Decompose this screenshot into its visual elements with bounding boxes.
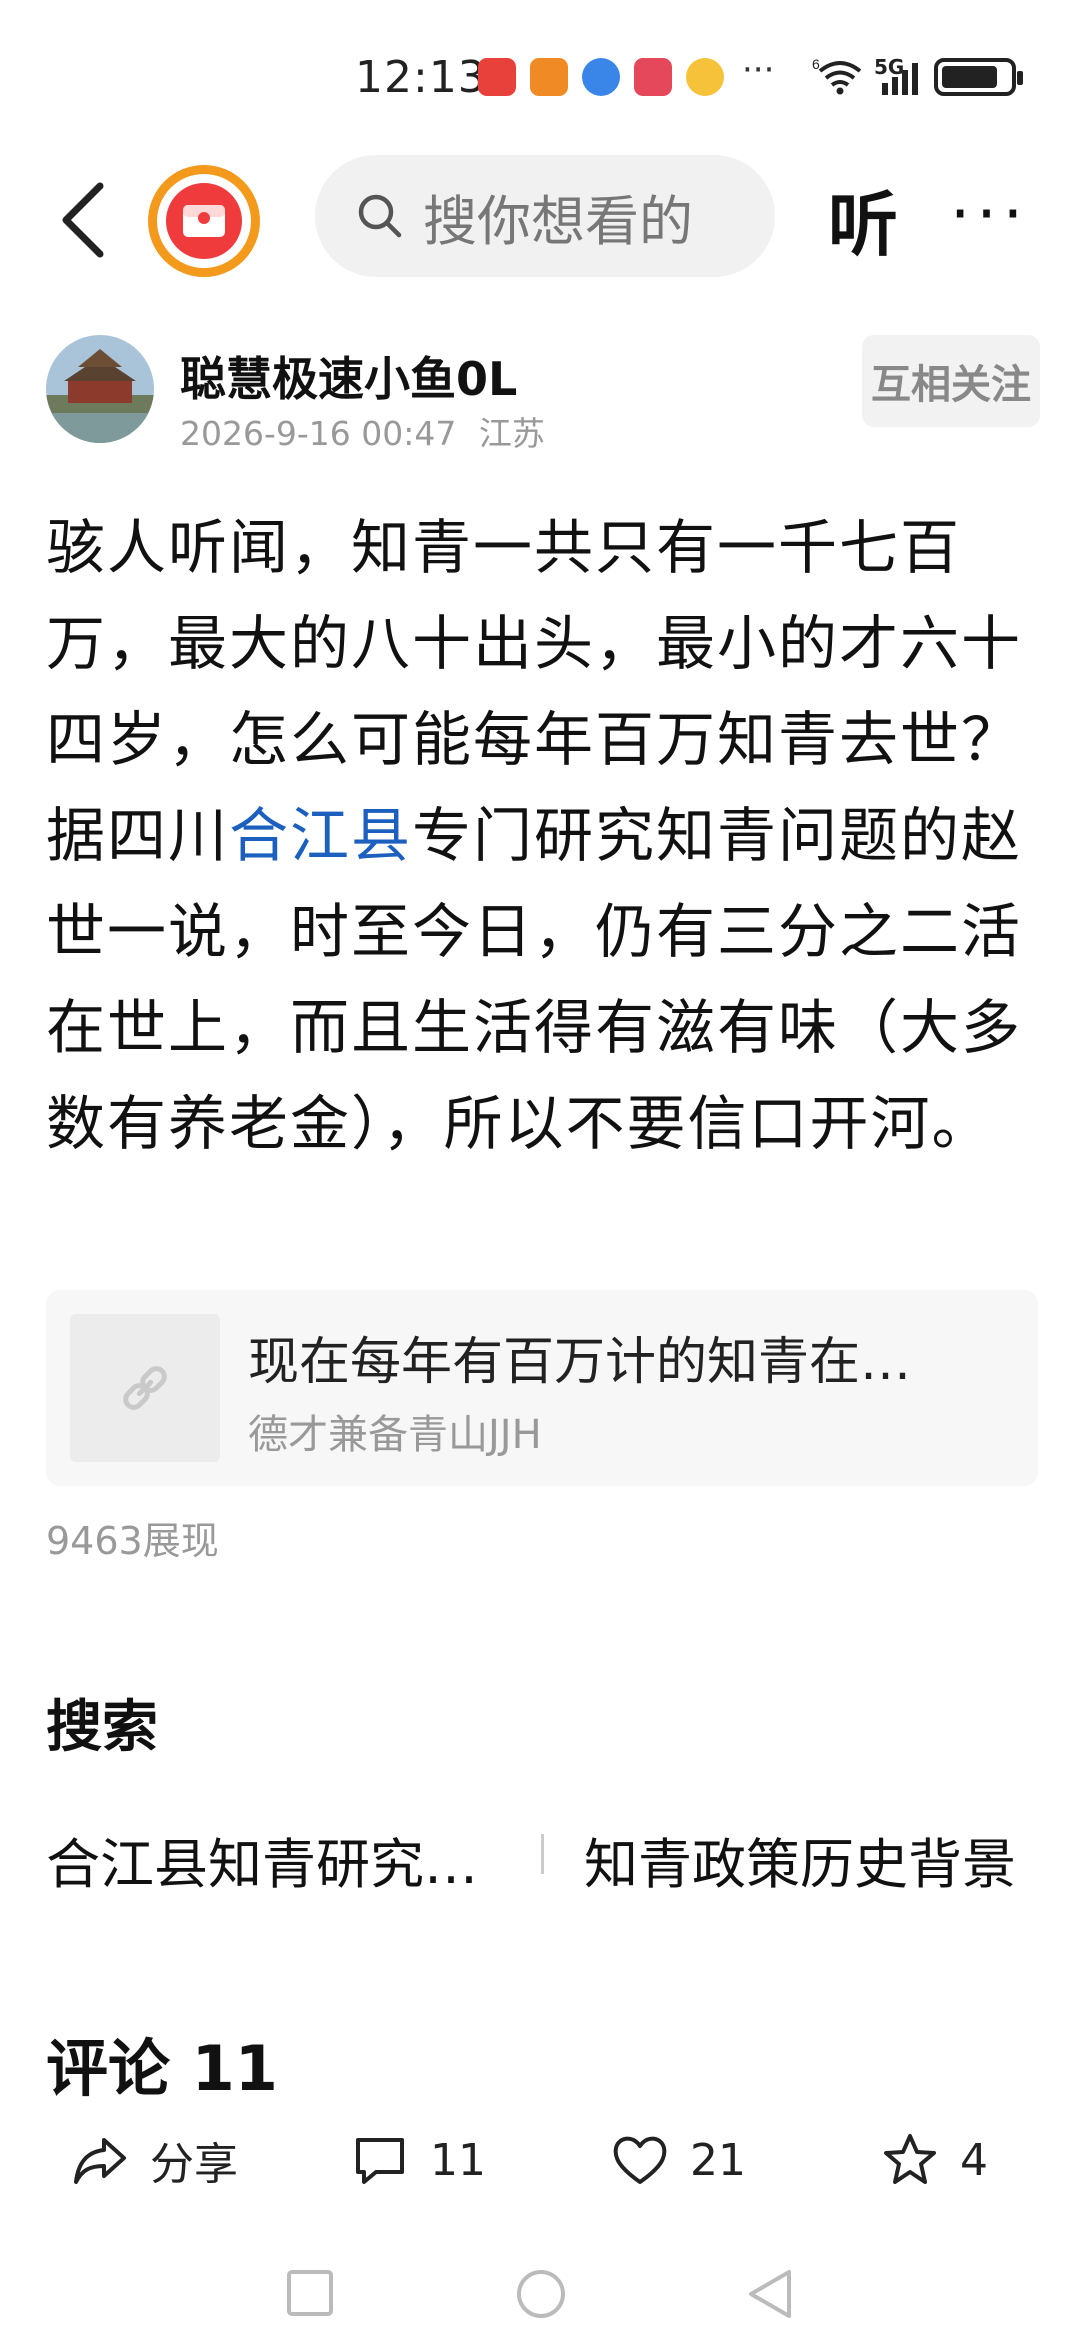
- view-count: 9463展现: [46, 1519, 219, 1563]
- post-meta: 2026-9-16 00:47 江苏: [180, 407, 557, 455]
- svg-text:6: 6: [812, 56, 820, 72]
- home-button[interactable]: [515, 2268, 567, 2324]
- follow-button[interactable]: 互相关注: [862, 335, 1040, 427]
- gift-app-icon: [530, 58, 568, 96]
- comments-header: 评论 11: [46, 2032, 278, 2105]
- recent-apps-button[interactable]: [285, 2268, 335, 2322]
- post-body: 骇人听闻，知青一共只有一千七百万，最大的八十出头，最小的才六十四岁，怎么可能每年…: [46, 500, 1036, 1172]
- cellular-signal-icon: 5G: [874, 55, 924, 97]
- huawei-app-icon: [478, 58, 516, 96]
- search-input[interactable]: 搜你想看的: [315, 155, 775, 277]
- circle-icon: [517, 2270, 565, 2318]
- action-bar: 分享 11 21 4: [0, 2120, 1080, 2200]
- share-icon: [74, 2138, 126, 2184]
- status-time: 12:13: [355, 52, 487, 103]
- search-suggestions: 合江县知青研究… 知青政策历史背景: [46, 1820, 1036, 1896]
- post-datetime: 2026-9-16 00:47: [180, 414, 457, 453]
- comment-button[interactable]: 11: [350, 2120, 486, 2200]
- divider: [541, 1834, 544, 1874]
- post-link-hejiang[interactable]: 合江县: [229, 801, 412, 870]
- share-button[interactable]: 分享: [70, 2120, 238, 2200]
- share-label: 分享: [150, 2139, 238, 2190]
- more-notifications-icon: ···: [742, 50, 775, 90]
- status-bar: 12:13 ··· 6 5G: [0, 0, 1080, 150]
- book-app-icon: [634, 58, 672, 96]
- quote-author: 德才兼备青山JJH: [248, 1412, 542, 1458]
- quote-thumbnail: [70, 1314, 220, 1462]
- star-icon: [884, 2134, 936, 2184]
- more-options-button[interactable]: ···: [950, 183, 1029, 247]
- heart-icon: [613, 2136, 667, 2184]
- app-logo[interactable]: [148, 165, 260, 277]
- top-nav: 搜你想看的 听 ···: [0, 155, 1080, 285]
- search-icon: [358, 194, 402, 238]
- search-suggestion[interactable]: 合江县知青研究…: [46, 1820, 478, 1899]
- post-location: 江苏: [478, 414, 545, 453]
- author-row: 聪慧极速小鱼0L 2026-9-16 00:47 江苏 互相关注: [0, 335, 1080, 455]
- signal-group: 6 5G: [812, 55, 1023, 99]
- quote-title: 现在每年有百万计的知青在…: [248, 1333, 912, 1392]
- comment-icon: [356, 2138, 404, 2184]
- favorite-count: 4: [960, 2134, 988, 2186]
- notification-icons: [478, 58, 724, 96]
- system-nav-bar: [0, 2240, 1080, 2340]
- weibo-app-icon: [686, 58, 724, 96]
- author-name[interactable]: 聪慧极速小鱼0L: [180, 343, 517, 409]
- search-section-title: 搜索: [46, 1695, 158, 1760]
- wifi-icon: 6: [812, 55, 864, 99]
- battery-icon: [934, 58, 1023, 96]
- like-button[interactable]: 21: [610, 2120, 746, 2200]
- listen-button[interactable]: 听: [828, 169, 898, 270]
- back-nav-button[interactable]: [745, 2268, 795, 2324]
- browser-app-icon: [582, 58, 620, 96]
- red-envelope-icon: [166, 183, 242, 259]
- back-button[interactable]: [48, 175, 118, 265]
- like-count: 21: [690, 2134, 746, 2186]
- author-avatar[interactable]: [46, 335, 154, 443]
- search-placeholder: 搜你想看的: [423, 189, 693, 253]
- link-icon: [123, 1366, 167, 1410]
- search-suggestion[interactable]: 知青政策历史背景: [584, 1820, 1016, 1899]
- comment-count: 11: [430, 2134, 486, 2186]
- back-arrow-icon: [62, 182, 104, 258]
- quoted-post-card[interactable]: 现在每年有百万计的知青在… 德才兼备青山JJH: [46, 1290, 1038, 1486]
- favorite-button[interactable]: 4: [880, 2120, 988, 2200]
- square-icon: [287, 2270, 333, 2316]
- battery-level: [942, 66, 997, 88]
- triangle-back-icon: [749, 2270, 791, 2318]
